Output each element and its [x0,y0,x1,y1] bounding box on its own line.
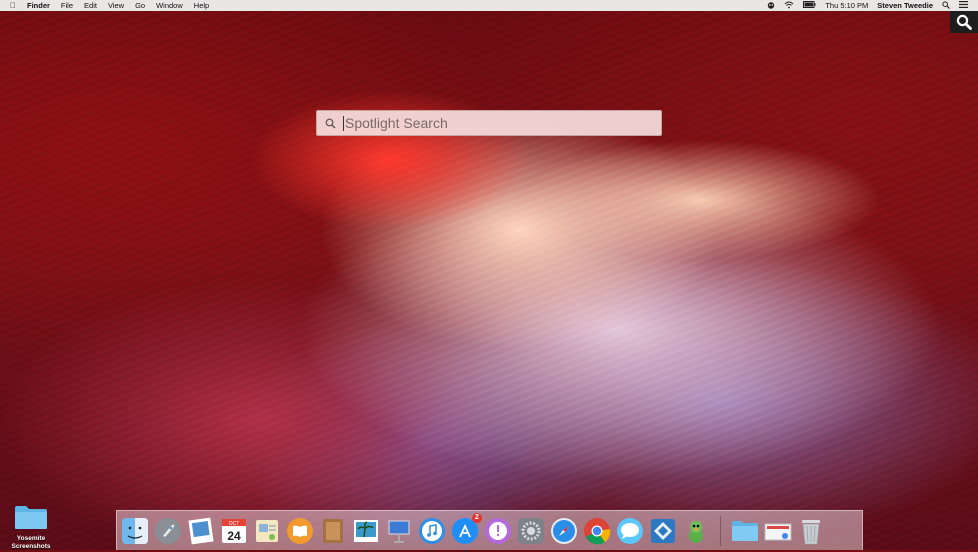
dock-preview[interactable] [186,516,216,546]
chrome-icon [584,517,611,544]
wifi-icon[interactable] [784,1,794,11]
menu-clock[interactable]: Thu 5:10 PM [825,1,868,10]
music-note-icon [419,517,445,544]
menu-bar:  Finder File Edit View Go Window Help T… [0,0,978,11]
spotlight-overlay-button[interactable] [950,11,978,33]
dock-utility-app[interactable] [648,516,678,546]
dock-downloads-stack[interactable] [763,516,793,546]
rocket-icon [155,517,181,544]
menu-go[interactable]: Go [135,1,145,10]
menu-help[interactable]: Help [194,1,209,10]
alert-icon [485,517,511,544]
apple-menu-icon[interactable]:  [8,1,18,10]
dock-messages[interactable] [615,516,645,546]
book-icon [287,517,313,544]
dock-system-preferences[interactable] [516,516,546,546]
magnifier-icon [317,118,343,129]
dock-app-store[interactable]: 2 [450,512,482,552]
folder-icon [15,506,47,529]
folder-icon [732,520,758,541]
menu-edit[interactable]: Edit [84,1,97,10]
dock-safari[interactable] [549,516,579,546]
dock-contacts[interactable] [252,516,282,546]
search-icon [956,14,972,30]
menu-file[interactable]: File [61,1,73,10]
calendar-icon: OCT 24 [222,518,246,543]
wallpaper [0,0,978,550]
dock-notifications-app[interactable] [483,516,513,546]
finder-icon [122,517,148,544]
presentation-icon [388,520,410,543]
dock-trash[interactable] [796,516,826,546]
dock-finder[interactable] [120,516,150,552]
dock-launchpad[interactable] [153,516,183,546]
desktop-folder[interactable]: Yosemite Screenshots [6,504,56,551]
palm-photo-icon [354,519,378,542]
photo-viewer-icon [188,517,214,544]
status-menus: Thu 5:10 PM Steven Tweedie [767,0,968,11]
dock-keynote[interactable] [384,516,414,546]
calendar-month: OCT [229,521,240,527]
spotlight-search-input[interactable] [345,112,661,134]
dock-itunes[interactable] [417,516,447,552]
menu-window[interactable]: Window [156,1,183,10]
compass-icon [551,517,577,544]
desktop-folder-label: Yosemite Screenshots [11,535,51,550]
diamond-icon [651,518,675,543]
menu-user[interactable]: Steven Tweedie [877,1,933,10]
spotlight-menu-icon[interactable] [942,0,950,11]
menu-app-name[interactable]: Finder [27,1,50,10]
notification-center-icon[interactable] [959,1,968,10]
dock-photo-app[interactable] [351,516,381,552]
text-caret [343,115,344,131]
notebook-icon [323,518,343,543]
menu-view[interactable]: View [108,1,124,10]
gear-icon [518,517,544,544]
chat-bubble-icon [617,517,643,544]
dock: OCT 24 2 [116,510,863,552]
app-store-badge: 2 [472,512,482,523]
calendar-day: 24 [227,529,241,543]
document-stack-icon [764,523,792,540]
contacts-icon [256,519,278,542]
dock-adium[interactable] [681,516,711,552]
mascot-status-icon[interactable] [767,1,775,11]
duck-mascot-icon [689,520,703,543]
dock-notes[interactable] [318,516,348,546]
spotlight-search-bar[interactable] [316,110,662,136]
dock-separator [720,515,721,546]
dock-calendar[interactable]: OCT 24 [219,516,249,546]
dock-ibooks[interactable] [285,516,315,546]
dock-chrome[interactable] [582,516,612,552]
dock-folder-stack[interactable] [730,516,760,546]
battery-icon[interactable] [803,1,816,10]
trash-icon [802,519,820,544]
